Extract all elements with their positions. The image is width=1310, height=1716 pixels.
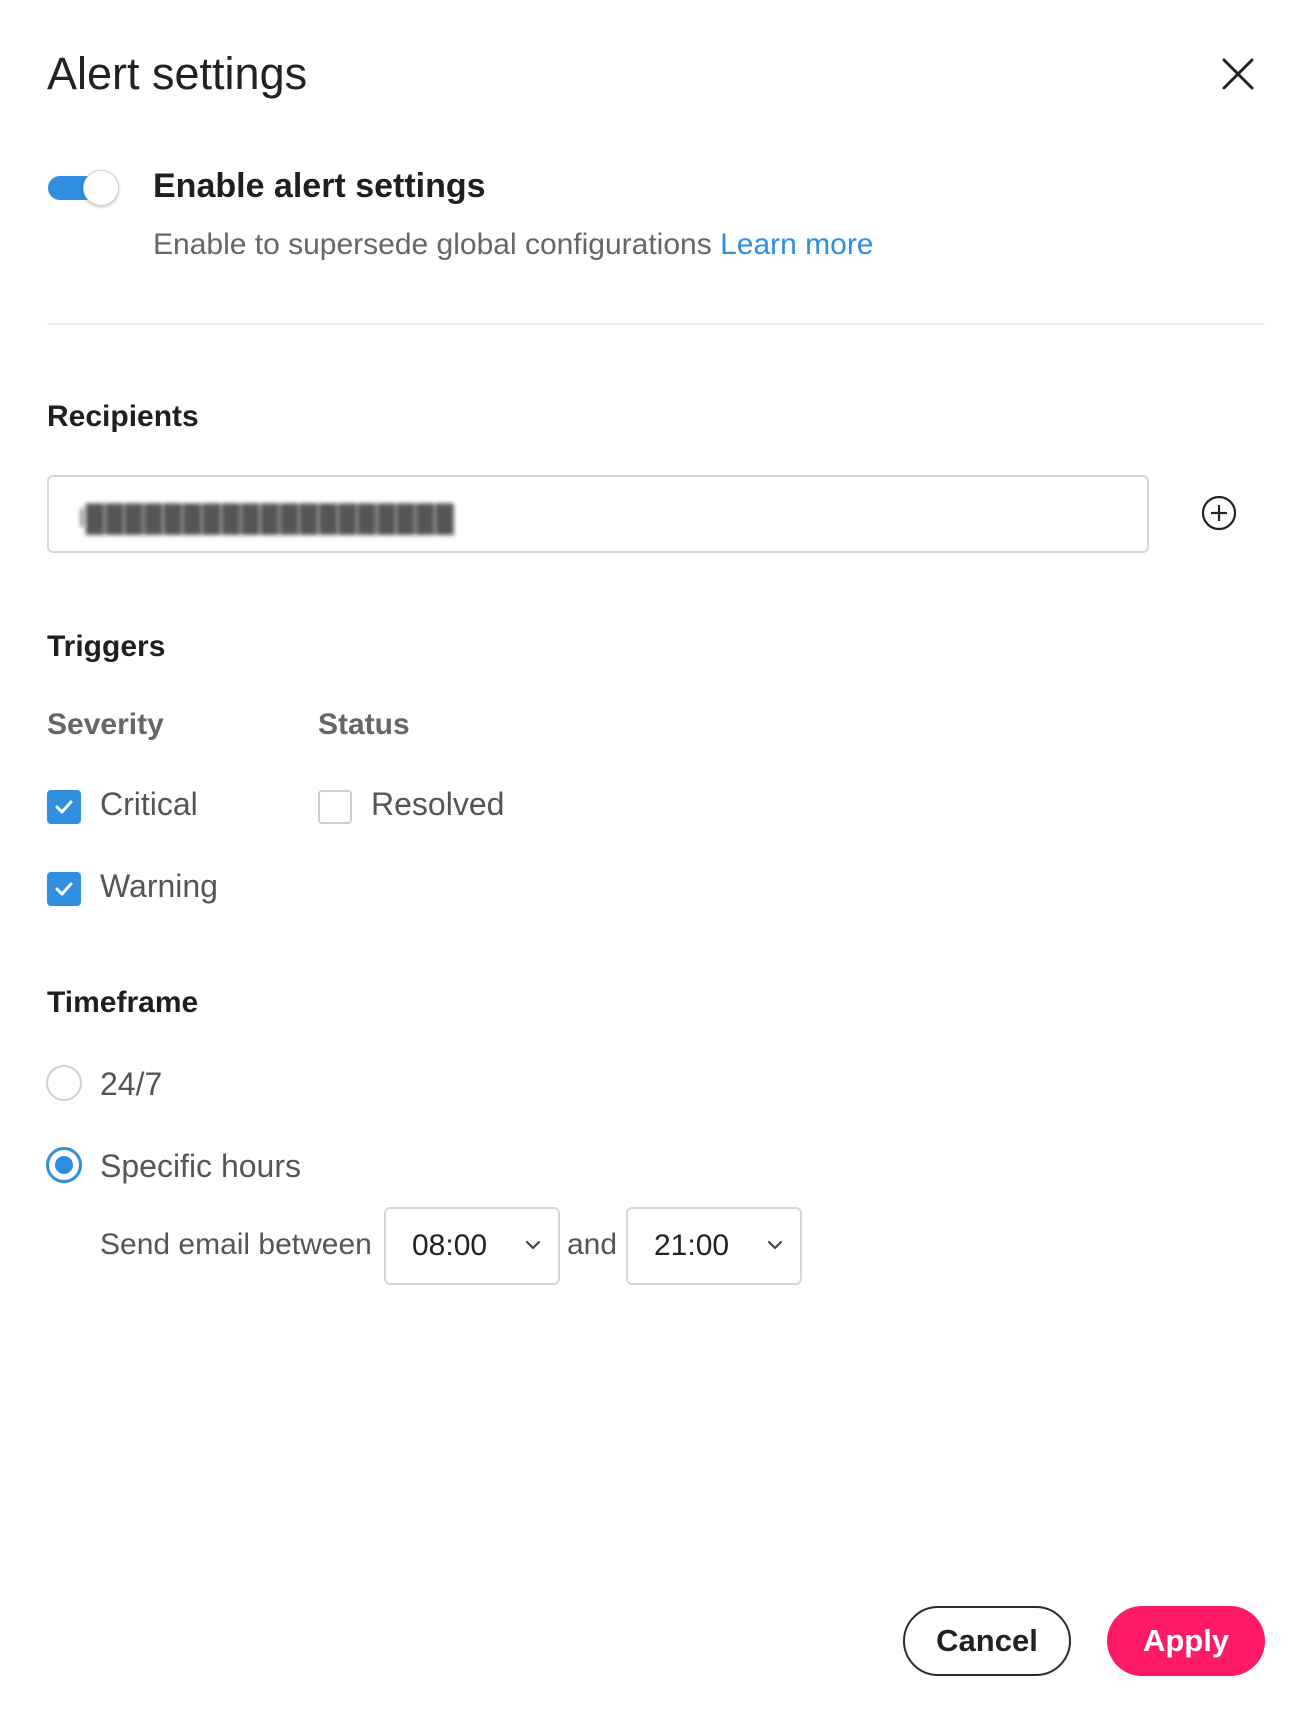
critical-label: Critical	[100, 786, 198, 822]
enable-alert-label: Enable alert settings	[153, 167, 486, 205]
radio-specific-hours-label: Specific hours	[100, 1148, 301, 1184]
apply-button[interactable]: Apply	[1107, 1606, 1265, 1676]
enable-alert-toggle[interactable]	[48, 170, 119, 206]
start-time-select[interactable]: 08:00	[384, 1207, 560, 1285]
dialog-title: Alert settings	[47, 48, 308, 99]
and-label: and	[567, 1228, 618, 1261]
section-divider	[47, 323, 1265, 325]
triggers-title: Triggers	[47, 630, 166, 663]
end-time-select[interactable]: 21:00	[626, 1207, 802, 1285]
check-icon	[55, 882, 73, 896]
start-time-value: 08:00	[412, 1229, 488, 1262]
recipients-title: Recipients	[47, 400, 199, 433]
toggle-knob	[83, 170, 119, 206]
critical-checkbox[interactable]	[47, 790, 81, 824]
warning-label: Warning	[100, 868, 218, 904]
add-recipient-button[interactable]	[1200, 494, 1238, 532]
cancel-button[interactable]: Cancel	[903, 1606, 1071, 1676]
learn-more-link[interactable]: Learn more	[720, 228, 873, 261]
severity-label: Severity	[47, 708, 164, 741]
check-icon	[55, 800, 73, 814]
chevron-down-icon	[525, 1240, 541, 1250]
recipient-email-value: l███████████████████	[79, 503, 455, 533]
resolved-label: Resolved	[371, 786, 505, 822]
plus-circle-icon	[1201, 495, 1237, 531]
radio-24-7-label: 24/7	[100, 1066, 163, 1102]
close-button[interactable]	[1218, 54, 1258, 94]
send-email-label: Send email between	[100, 1228, 372, 1261]
end-time-value: 21:00	[654, 1229, 730, 1262]
radio-specific-hours[interactable]	[46, 1147, 82, 1183]
enable-alert-description: Enable to supersede global configuration…	[153, 228, 874, 262]
chevron-down-icon	[767, 1240, 783, 1250]
close-icon	[1222, 58, 1254, 90]
resolved-checkbox[interactable]	[318, 790, 352, 824]
timeframe-title: Timeframe	[47, 986, 199, 1019]
radio-24-7[interactable]	[46, 1065, 82, 1101]
status-label: Status	[318, 708, 410, 741]
warning-checkbox[interactable]	[47, 872, 81, 906]
description-text: Enable to supersede global configuration…	[153, 228, 712, 261]
recipient-email-input[interactable]: l███████████████████	[47, 475, 1149, 553]
